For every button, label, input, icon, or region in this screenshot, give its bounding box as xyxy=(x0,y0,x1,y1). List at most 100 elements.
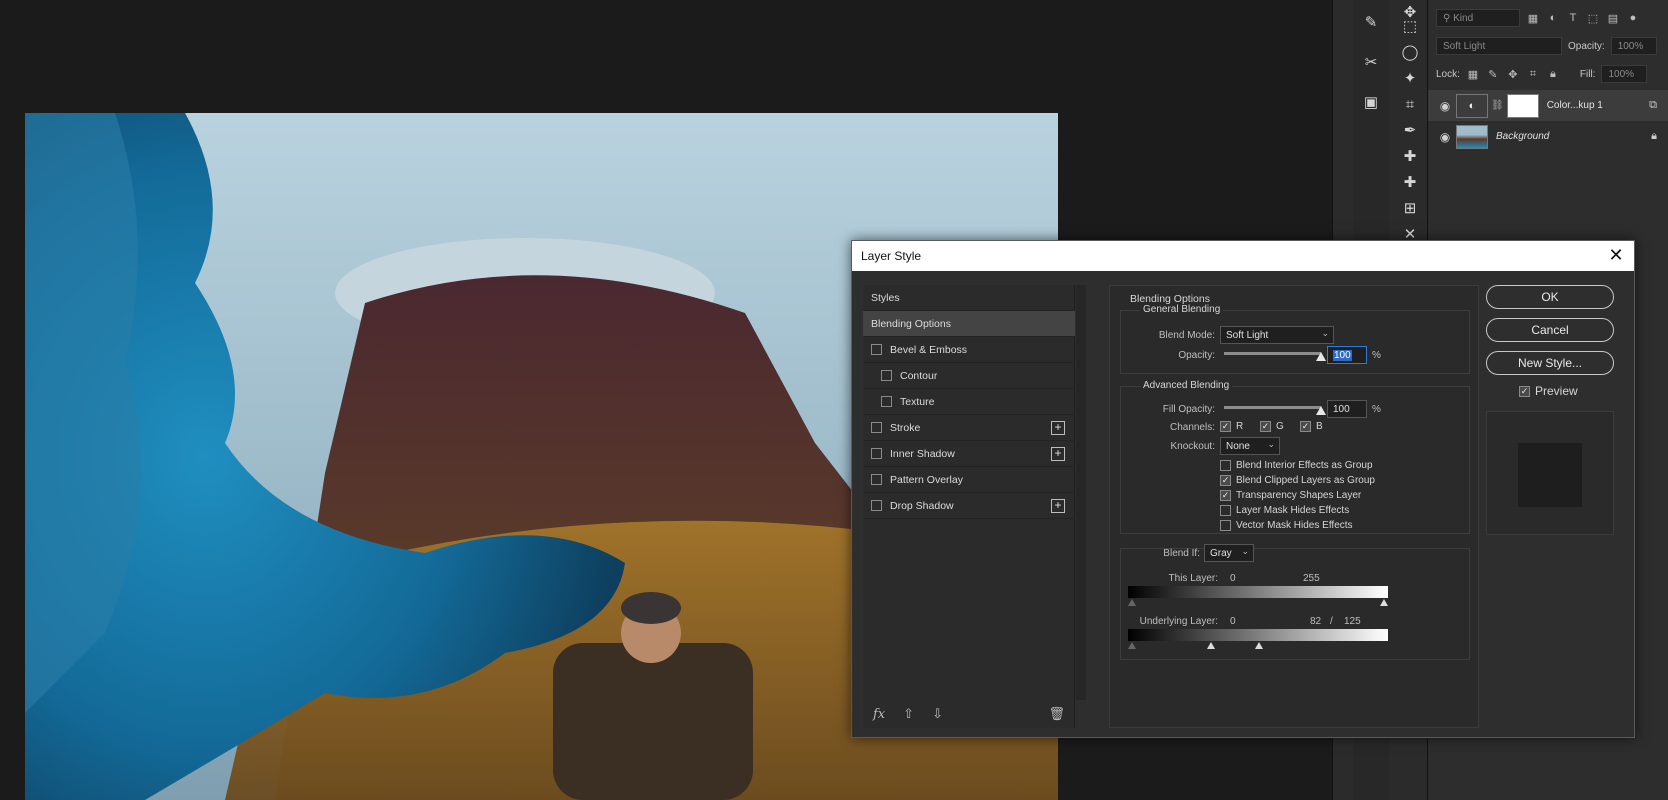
eyedropper-tool-icon[interactable]: ✒ xyxy=(1397,118,1423,142)
option-transparency-shapes[interactable]: ✓ Transparency Shapes Layer xyxy=(1220,490,1361,501)
blend-clipped-checkbox[interactable]: ✓ xyxy=(1220,475,1231,486)
filter-kind-dropdown[interactable]: ⚲ Kind xyxy=(1436,9,1520,27)
channel-r-checkbox[interactable]: ✓ xyxy=(1220,421,1231,432)
fill-opacity-input[interactable]: 100 xyxy=(1327,400,1367,418)
texture-checkbox[interactable] xyxy=(881,396,892,407)
styles-item-pattern-overlay[interactable]: Pattern Overlay xyxy=(863,467,1075,493)
layer-mask-thumbnail[interactable] xyxy=(1506,93,1539,118)
styles-item-drop-shadow[interactable]: Drop Shadow + xyxy=(863,493,1075,519)
option-layer-mask-hides[interactable]: Layer Mask Hides Effects xyxy=(1220,505,1349,516)
channel-b-label: B xyxy=(1316,421,1323,432)
add-drop-shadow-plus-icon[interactable]: + xyxy=(1051,498,1065,513)
option-blend-clipped[interactable]: ✓ Blend Clipped Layers as Group xyxy=(1220,475,1375,486)
filter-shape-icon[interactable]: ⬚ xyxy=(1586,11,1600,25)
chain-link-icon[interactable]: ⛓ xyxy=(1491,100,1504,111)
blending-options-panel: Blending Options General Blending Blend … xyxy=(1109,285,1479,728)
layers-lock-row: Lock: ▦ ✎ ✥ ⌗ 🔒︎ Fill: 100% xyxy=(1428,62,1668,86)
stroke-checkbox[interactable] xyxy=(871,422,882,433)
content-aware-move-icon[interactable]: ⊞ xyxy=(1397,196,1423,220)
add-inner-shadow-plus-icon[interactable]: + xyxy=(1051,446,1065,461)
lock-all-icon[interactable]: 🔒︎ xyxy=(1546,67,1560,81)
pattern-overlay-checkbox[interactable] xyxy=(871,474,882,485)
option-vector-mask-hides[interactable]: Vector Mask Hides Effects xyxy=(1220,520,1353,531)
channel-r[interactable]: ✓ R xyxy=(1220,421,1243,432)
blend-if-dropdown[interactable]: Gray ⌄ xyxy=(1204,544,1254,562)
opacity-slider-thumb[interactable] xyxy=(1316,352,1326,361)
move-up-icon[interactable]: ⇧ xyxy=(903,706,914,722)
underlying-split-slider-low[interactable] xyxy=(1207,642,1215,649)
filter-adjustment-icon[interactable]: ◐ xyxy=(1546,11,1560,25)
magic-wand-tool-icon[interactable]: ✦ xyxy=(1397,66,1423,90)
styles-list-scrollbar[interactable] xyxy=(1076,285,1086,700)
drop-shadow-checkbox[interactable] xyxy=(871,500,882,511)
opacity-slider-track[interactable] xyxy=(1224,352,1321,355)
channel-g-checkbox[interactable]: ✓ xyxy=(1260,421,1271,432)
knockout-dropdown[interactable]: None ⌄ xyxy=(1220,437,1280,455)
layer-name[interactable]: Color...kup 1 xyxy=(1547,100,1603,111)
lock-artboard-icon[interactable]: ⌗ xyxy=(1526,67,1540,81)
channel-g[interactable]: ✓ G xyxy=(1260,421,1284,432)
spot-healing-tool-icon[interactable]: ✚ xyxy=(1397,144,1423,168)
filter-type-icon[interactable]: T xyxy=(1566,11,1580,25)
underlying-gradient-bar xyxy=(1128,629,1388,641)
opacity-input[interactable]: 100 xyxy=(1327,346,1367,364)
layer-opacity-field[interactable]: 100% xyxy=(1610,37,1657,55)
filter-toggle-icon[interactable]: ● xyxy=(1626,11,1640,25)
filter-pixel-icon[interactable]: ▦ xyxy=(1526,11,1540,25)
trash-icon[interactable]: 🗑︎ xyxy=(1048,706,1065,722)
fx-icon[interactable]: fx xyxy=(873,707,885,722)
lock-pixels-icon[interactable]: ✎ xyxy=(1486,67,1500,81)
dialog-title-bar[interactable]: Layer Style xyxy=(852,241,1634,271)
layer-mask-hides-checkbox[interactable] xyxy=(1220,505,1231,516)
blend-interior-checkbox[interactable] xyxy=(1220,460,1231,471)
new-style-button[interactable]: New Style... xyxy=(1486,351,1614,375)
lock-transparent-icon[interactable]: ▦ xyxy=(1466,67,1480,81)
layer-row-background[interactable]: ◉ Background 🔒︎ xyxy=(1428,121,1668,152)
styles-item-contour[interactable]: Contour xyxy=(863,363,1075,389)
cancel-button[interactable]: Cancel xyxy=(1486,318,1614,342)
styles-item-texture[interactable]: Texture xyxy=(863,389,1075,415)
styles-item-bevel-emboss[interactable]: Bevel & Emboss xyxy=(863,337,1075,363)
visibility-eye-icon[interactable]: ◉ xyxy=(1434,99,1456,113)
transparency-shapes-checkbox[interactable]: ✓ xyxy=(1220,490,1231,501)
blend-mode-dropdown[interactable]: Soft Light ⌄ xyxy=(1220,326,1334,344)
marquee-tool-icon[interactable]: ⬚ xyxy=(1397,14,1423,38)
layer-name[interactable]: Background xyxy=(1496,131,1549,142)
brush-tool-icon[interactable]: ✎ xyxy=(1358,10,1384,34)
preview-label: Preview xyxy=(1535,384,1578,398)
preview-toggle[interactable]: ✓ Preview xyxy=(1519,384,1578,398)
visibility-eye-icon[interactable]: ◉ xyxy=(1434,130,1456,144)
styles-item-blending-options[interactable]: Blending Options xyxy=(863,311,1075,337)
fill-opacity-slider-thumb[interactable] xyxy=(1316,406,1326,415)
underlying-split-slider-high[interactable] xyxy=(1255,642,1263,649)
layer-fill-field[interactable]: 100% xyxy=(1601,65,1648,83)
contour-checkbox[interactable] xyxy=(881,370,892,381)
ok-button[interactable]: OK xyxy=(1486,285,1614,309)
crop-tool-icon[interactable]: ⌗ xyxy=(1397,92,1423,116)
fill-opacity-slider-track[interactable] xyxy=(1224,406,1321,409)
filter-smart-object-icon[interactable]: ▤ xyxy=(1606,11,1620,25)
preview-checkbox[interactable]: ✓ xyxy=(1519,385,1530,397)
channel-b[interactable]: ✓ B xyxy=(1300,421,1323,432)
add-stroke-plus-icon[interactable]: + xyxy=(1051,420,1065,435)
layer-row-adjustment[interactable]: ◉ ◐ ⛓ Color...kup 1 ⧉ xyxy=(1428,90,1668,121)
underlying-black-slider[interactable] xyxy=(1128,642,1136,649)
option-blend-interior[interactable]: Blend Interior Effects as Group xyxy=(1220,460,1373,471)
lock-position-icon[interactable]: ✥ xyxy=(1506,67,1520,81)
lasso-tool-icon[interactable]: ◯ xyxy=(1397,40,1423,64)
this-layer-white-slider[interactable] xyxy=(1380,599,1388,606)
styles-header[interactable]: Styles xyxy=(863,285,1075,311)
channel-b-checkbox[interactable]: ✓ xyxy=(1300,421,1311,432)
patch-tool-icon[interactable]: ✚ xyxy=(1397,170,1423,194)
close-icon[interactable]: ✕ xyxy=(1606,245,1626,265)
gradient-tool-icon[interactable]: ▣ xyxy=(1358,90,1384,114)
inner-shadow-checkbox[interactable] xyxy=(871,448,882,459)
vector-mask-hides-checkbox[interactable] xyxy=(1220,520,1231,531)
this-layer-black-slider[interactable] xyxy=(1128,599,1136,606)
healing-tool-icon[interactable]: ✂ xyxy=(1358,50,1384,74)
bevel-emboss-checkbox[interactable] xyxy=(871,344,882,355)
styles-item-stroke[interactable]: Stroke + xyxy=(863,415,1075,441)
layer-blend-mode-dropdown[interactable]: Soft Light xyxy=(1436,37,1562,55)
move-down-icon[interactable]: ⇩ xyxy=(932,706,943,722)
styles-item-inner-shadow[interactable]: Inner Shadow + xyxy=(863,441,1075,467)
